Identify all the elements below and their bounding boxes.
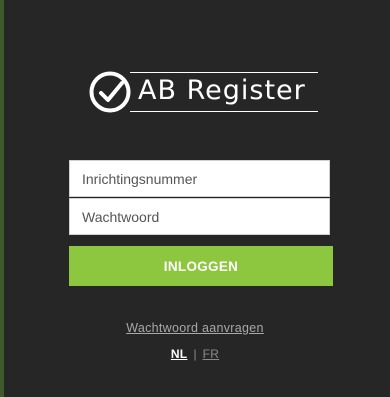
logo-line-bottom xyxy=(130,111,318,112)
username-input[interactable] xyxy=(69,160,330,197)
password-input[interactable] xyxy=(69,198,330,235)
login-button[interactable]: INLOGGEN xyxy=(69,246,333,286)
logo-line-top xyxy=(130,72,318,73)
language-fr-link[interactable]: FR xyxy=(203,347,220,361)
language-switcher: NL | FR xyxy=(0,347,390,361)
brand-logo: AB Register xyxy=(88,70,320,115)
language-separator: | xyxy=(193,347,197,361)
brand-name: AB Register xyxy=(138,75,306,106)
login-panel: AB Register INLOGGEN Wachtwoord aanvrage… xyxy=(0,0,390,397)
forgot-password-link[interactable]: Wachtwoord aanvragen xyxy=(126,321,264,335)
check-circle-icon xyxy=(89,71,131,113)
language-nl-link[interactable]: NL xyxy=(171,347,188,361)
accent-edge xyxy=(0,0,4,397)
forgot-password-container: Wachtwoord aanvragen xyxy=(0,321,390,335)
